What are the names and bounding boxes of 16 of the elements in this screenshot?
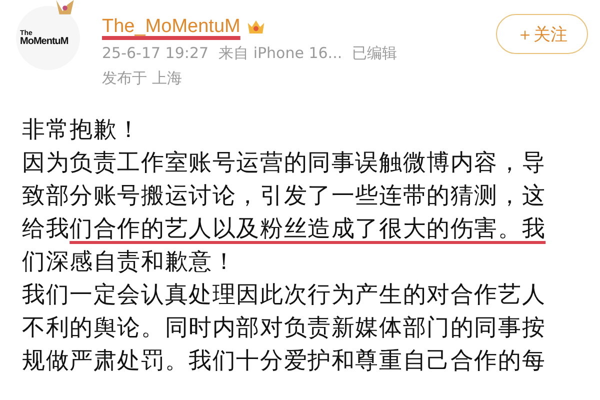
post-time: 25-6-17 19:27	[102, 44, 209, 63]
follow-button[interactable]: ＋关注	[496, 14, 588, 54]
post-source: 来自 iPhone 16...	[218, 44, 342, 63]
post-location: 发布于 上海	[102, 69, 182, 88]
post-text-line: 给我们合作的艺人以及粉丝造成了很大的伤害。我	[22, 215, 547, 244]
post-text-line: 规做严肃处罚。我们十分爱护和尊重自己合作的每	[22, 347, 547, 376]
edited-label: 已编辑	[352, 44, 398, 63]
avatar-logo-text: MoMentuM	[20, 36, 70, 46]
post-text-line: 不利的舆论。同时内部对负责新媒体部门的同事按	[22, 314, 547, 343]
post-text-line: 因为负责工作室账号运营的同事误触微博内容，导	[22, 149, 547, 178]
post-text-line: 我们一定会认真处理因此次行为产生的对合作艺人	[22, 281, 547, 310]
post-text-line: 们深感自责和歉意！	[22, 248, 238, 277]
crown-icon	[246, 18, 266, 36]
post-text-line: 致部分账号搬运讨论，引发了一些连带的猜测，这	[22, 182, 547, 211]
post-text-line: 非常抱歉！	[22, 116, 142, 145]
username[interactable]: The_MoMentuM	[102, 16, 240, 38]
